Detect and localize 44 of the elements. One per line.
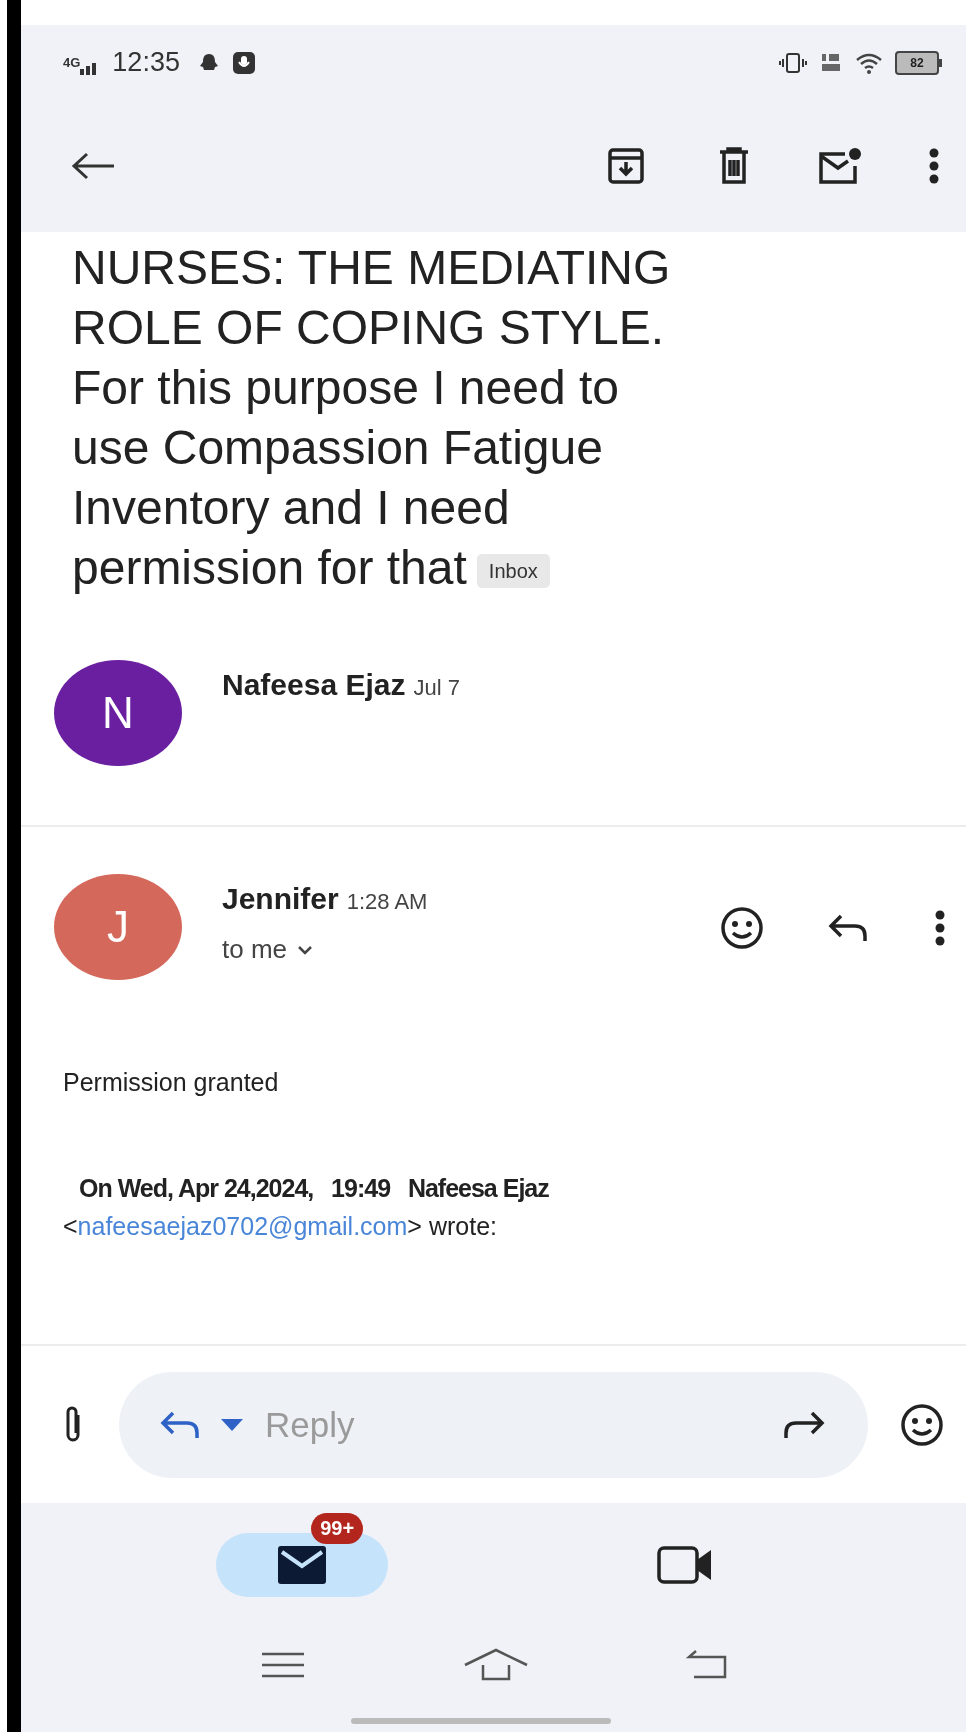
recipient-toggle[interactable]: to me — [222, 934, 428, 965]
subject-line: ROLE OF COPING STYLE. — [72, 301, 665, 354]
smiley-icon — [720, 906, 764, 950]
network-type: 4G — [63, 55, 81, 70]
message-time: 1:28 AM — [346, 889, 428, 915]
message-time: Jul 7 — [413, 675, 460, 701]
react-button[interactable] — [718, 904, 766, 952]
subject-line: NURSES: THE MEDIATING — [72, 241, 671, 294]
sender-name: Jennifer — [222, 882, 339, 916]
more-icon — [929, 146, 939, 186]
home-icon[interactable] — [462, 1646, 529, 1683]
mail-icon — [278, 1546, 327, 1584]
vibrate-icon — [779, 52, 807, 73]
wifi-icon — [855, 51, 883, 74]
quote-header: On Wed, Apr 24,2024, 19:49 Nafeesa Ejaz — [78, 1173, 550, 1204]
video-camera-icon — [656, 1546, 713, 1584]
status-time: 12:35 — [112, 47, 180, 78]
unread-count: 99+ — [311, 1513, 364, 1544]
quote-sender-line: <nafeesaejaz0702@gmail.com> wrote: — [63, 1211, 498, 1242]
reply-field[interactable]: Reply — [263, 1403, 762, 1446]
smiley-icon — [900, 1402, 944, 1447]
inbox-label: Inbox — [476, 554, 550, 589]
more-icon — [935, 908, 945, 948]
sender-name: Nafeesa Ejaz — [222, 668, 406, 702]
caret-icon — [221, 1418, 243, 1431]
battery-icon: 82 — [895, 50, 942, 75]
message-body: Permission granted — [63, 1068, 280, 1097]
subject-line: For this purpose I need to — [72, 361, 619, 414]
email-link[interactable]: nafeesaejaz0702@gmail.com — [77, 1212, 408, 1240]
back-nav-icon[interactable] — [685, 1648, 728, 1681]
reply-bar[interactable]: Reply — [119, 1371, 868, 1478]
archive-icon — [606, 146, 646, 186]
subject-line: permission for that — [72, 541, 467, 594]
chevron-down-icon — [297, 944, 314, 955]
recent-apps-icon[interactable] — [259, 1650, 306, 1679]
reply-icon — [827, 912, 869, 944]
mail-dot-icon — [817, 146, 863, 186]
microphone-icon — [231, 50, 256, 75]
collapsed-message[interactable]: N Nafeesa Ejaz Jul 7 — [21, 625, 966, 825]
subject-line: use Compassion Fatigue — [72, 421, 603, 474]
subject-line: Inventory and I need — [72, 481, 510, 534]
avatar: J — [54, 874, 182, 980]
back-arrow-icon — [71, 151, 115, 181]
avatar: N — [54, 660, 182, 766]
